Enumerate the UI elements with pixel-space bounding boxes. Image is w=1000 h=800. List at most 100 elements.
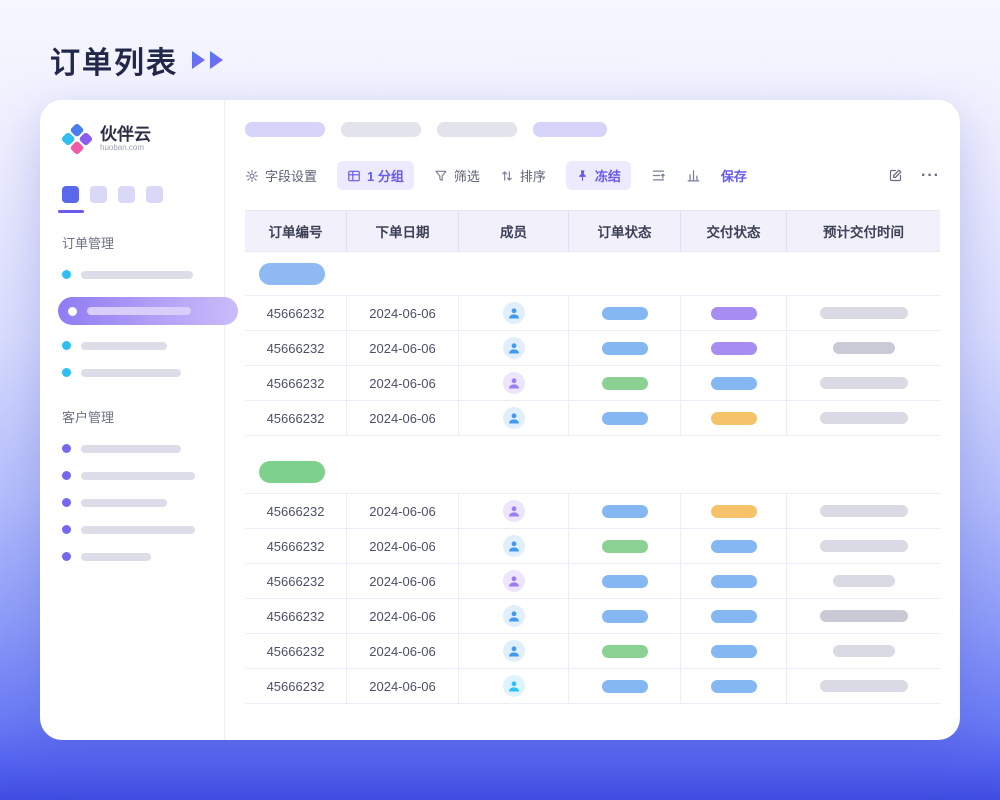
group-button[interactable]: 1 分组 bbox=[337, 161, 414, 190]
column-header-2: 下单日期 bbox=[347, 211, 459, 251]
sidebar-item[interactable] bbox=[62, 471, 206, 480]
order-status-pill bbox=[602, 575, 648, 588]
table-row[interactable]: 456662322024-06-06 bbox=[245, 494, 940, 529]
sidebar-section-label: 订单管理 bbox=[62, 233, 206, 252]
member-avatar[interactable] bbox=[503, 302, 525, 324]
bullet-icon bbox=[62, 368, 71, 377]
eta-cell bbox=[787, 494, 940, 529]
table-row[interactable]: 456662322024-06-06 bbox=[245, 366, 940, 401]
sidebar-item[interactable] bbox=[62, 368, 206, 377]
table-row[interactable]: 456662322024-06-06 bbox=[245, 296, 940, 331]
item-label-placeholder bbox=[81, 553, 151, 561]
member-cell bbox=[459, 331, 569, 366]
group-badge[interactable] bbox=[259, 263, 325, 285]
table-row[interactable]: 456662322024-06-06 bbox=[245, 669, 940, 704]
member-avatar[interactable] bbox=[503, 500, 525, 522]
eta-cell bbox=[787, 366, 940, 401]
page: 订单列表 bbox=[0, 0, 1000, 800]
sidebar-item[interactable] bbox=[62, 552, 206, 561]
eta-cell bbox=[787, 401, 940, 436]
delivery-status-pill bbox=[711, 645, 757, 658]
group-badge[interactable] bbox=[259, 461, 325, 483]
member-cell bbox=[459, 564, 569, 599]
item-label-placeholder bbox=[81, 499, 167, 507]
sort-button[interactable]: 排序 bbox=[500, 166, 546, 185]
column-header-1: 订单编号 bbox=[245, 211, 347, 251]
order-status-pill bbox=[602, 505, 648, 518]
member-avatar[interactable] bbox=[503, 337, 525, 359]
bullet-icon bbox=[62, 552, 71, 561]
table-row[interactable]: 456662322024-06-06 bbox=[245, 401, 940, 436]
delivery-status-cell bbox=[681, 366, 787, 401]
table-row[interactable]: 456662322024-06-06 bbox=[245, 634, 940, 669]
table-row[interactable]: 456662322024-06-06 bbox=[245, 529, 940, 564]
row-height-icon bbox=[651, 168, 666, 183]
sidebar-tabs bbox=[62, 186, 206, 203]
table-row[interactable]: 456662322024-06-06 bbox=[245, 564, 940, 599]
eta-placeholder bbox=[820, 680, 908, 692]
item-label-placeholder bbox=[81, 445, 181, 453]
more-button[interactable]: ··· bbox=[921, 167, 940, 185]
sort-label: 排序 bbox=[520, 166, 546, 185]
sidebar-item[interactable] bbox=[62, 341, 206, 350]
bullet-icon bbox=[62, 498, 71, 507]
item-label-placeholder bbox=[81, 271, 193, 279]
edit-button[interactable] bbox=[888, 168, 903, 183]
order-date-cell: 2024-06-06 bbox=[347, 529, 459, 564]
sidebar-tab-1[interactable] bbox=[62, 186, 79, 203]
chart-button[interactable] bbox=[686, 168, 701, 183]
view-tabs-placeholder-row bbox=[245, 122, 940, 137]
eta-cell bbox=[787, 529, 940, 564]
member-avatar[interactable] bbox=[503, 372, 525, 394]
order-status-cell bbox=[569, 599, 681, 634]
member-avatar[interactable] bbox=[503, 535, 525, 557]
delivery-status-cell bbox=[681, 494, 787, 529]
sidebar-item-selected[interactable] bbox=[58, 297, 238, 325]
sidebar-item[interactable] bbox=[62, 270, 206, 279]
order-date-cell: 2024-06-06 bbox=[347, 494, 459, 529]
main-content: 字段设置 1 分组 筛选 bbox=[225, 100, 960, 740]
bullet-icon bbox=[62, 471, 71, 480]
view-tab-placeholder-3[interactable] bbox=[437, 122, 517, 137]
bar-chart-icon bbox=[686, 168, 701, 183]
table-body: 456662322024-06-06456662322024-06-064566… bbox=[245, 252, 940, 704]
sidebar-tab-4[interactable] bbox=[146, 186, 163, 203]
person-icon bbox=[507, 341, 521, 355]
member-avatar[interactable] bbox=[503, 605, 525, 627]
view-tab-placeholder-1[interactable] bbox=[245, 122, 325, 137]
delivery-status-pill bbox=[711, 680, 757, 693]
logo-name: 伙伴云 bbox=[100, 126, 151, 144]
bullet-icon bbox=[62, 341, 71, 350]
sidebar-item[interactable] bbox=[62, 498, 206, 507]
member-avatar[interactable] bbox=[503, 640, 525, 662]
sidebar-tab-2[interactable] bbox=[90, 186, 107, 203]
member-cell bbox=[459, 296, 569, 331]
delivery-status-pill bbox=[711, 610, 757, 623]
filter-button[interactable]: 筛选 bbox=[434, 166, 480, 185]
freeze-button[interactable]: 冻结 bbox=[566, 161, 631, 190]
sidebar-section-label: 客户管理 bbox=[62, 407, 206, 426]
field-settings-button[interactable]: 字段设置 bbox=[245, 166, 317, 185]
delivery-status-pill bbox=[711, 412, 757, 425]
order-number-cell: 45666232 bbox=[245, 599, 347, 634]
table-row[interactable]: 456662322024-06-06 bbox=[245, 599, 940, 634]
sidebar-item[interactable] bbox=[62, 525, 206, 534]
order-number-cell: 45666232 bbox=[245, 634, 347, 669]
view-tab-placeholder-2[interactable] bbox=[341, 122, 421, 137]
sidebar-item[interactable] bbox=[62, 444, 206, 453]
save-label: 保存 bbox=[721, 166, 747, 185]
item-label-placeholder bbox=[81, 342, 167, 350]
order-number-cell: 45666232 bbox=[245, 564, 347, 599]
save-button[interactable]: 保存 bbox=[721, 166, 747, 185]
table-header-row: 订单编号下单日期成员订单状态交付状态预计交付时间 bbox=[245, 210, 940, 252]
row-height-button[interactable] bbox=[651, 168, 666, 183]
member-avatar[interactable] bbox=[503, 570, 525, 592]
table-row[interactable]: 456662322024-06-06 bbox=[245, 331, 940, 366]
sort-icon bbox=[500, 169, 514, 183]
member-avatar[interactable] bbox=[503, 675, 525, 697]
sidebar-tab-3[interactable] bbox=[118, 186, 135, 203]
member-avatar[interactable] bbox=[503, 407, 525, 429]
order-date-cell: 2024-06-06 bbox=[347, 366, 459, 401]
view-tab-placeholder-4[interactable] bbox=[533, 122, 607, 137]
person-icon bbox=[507, 504, 521, 518]
